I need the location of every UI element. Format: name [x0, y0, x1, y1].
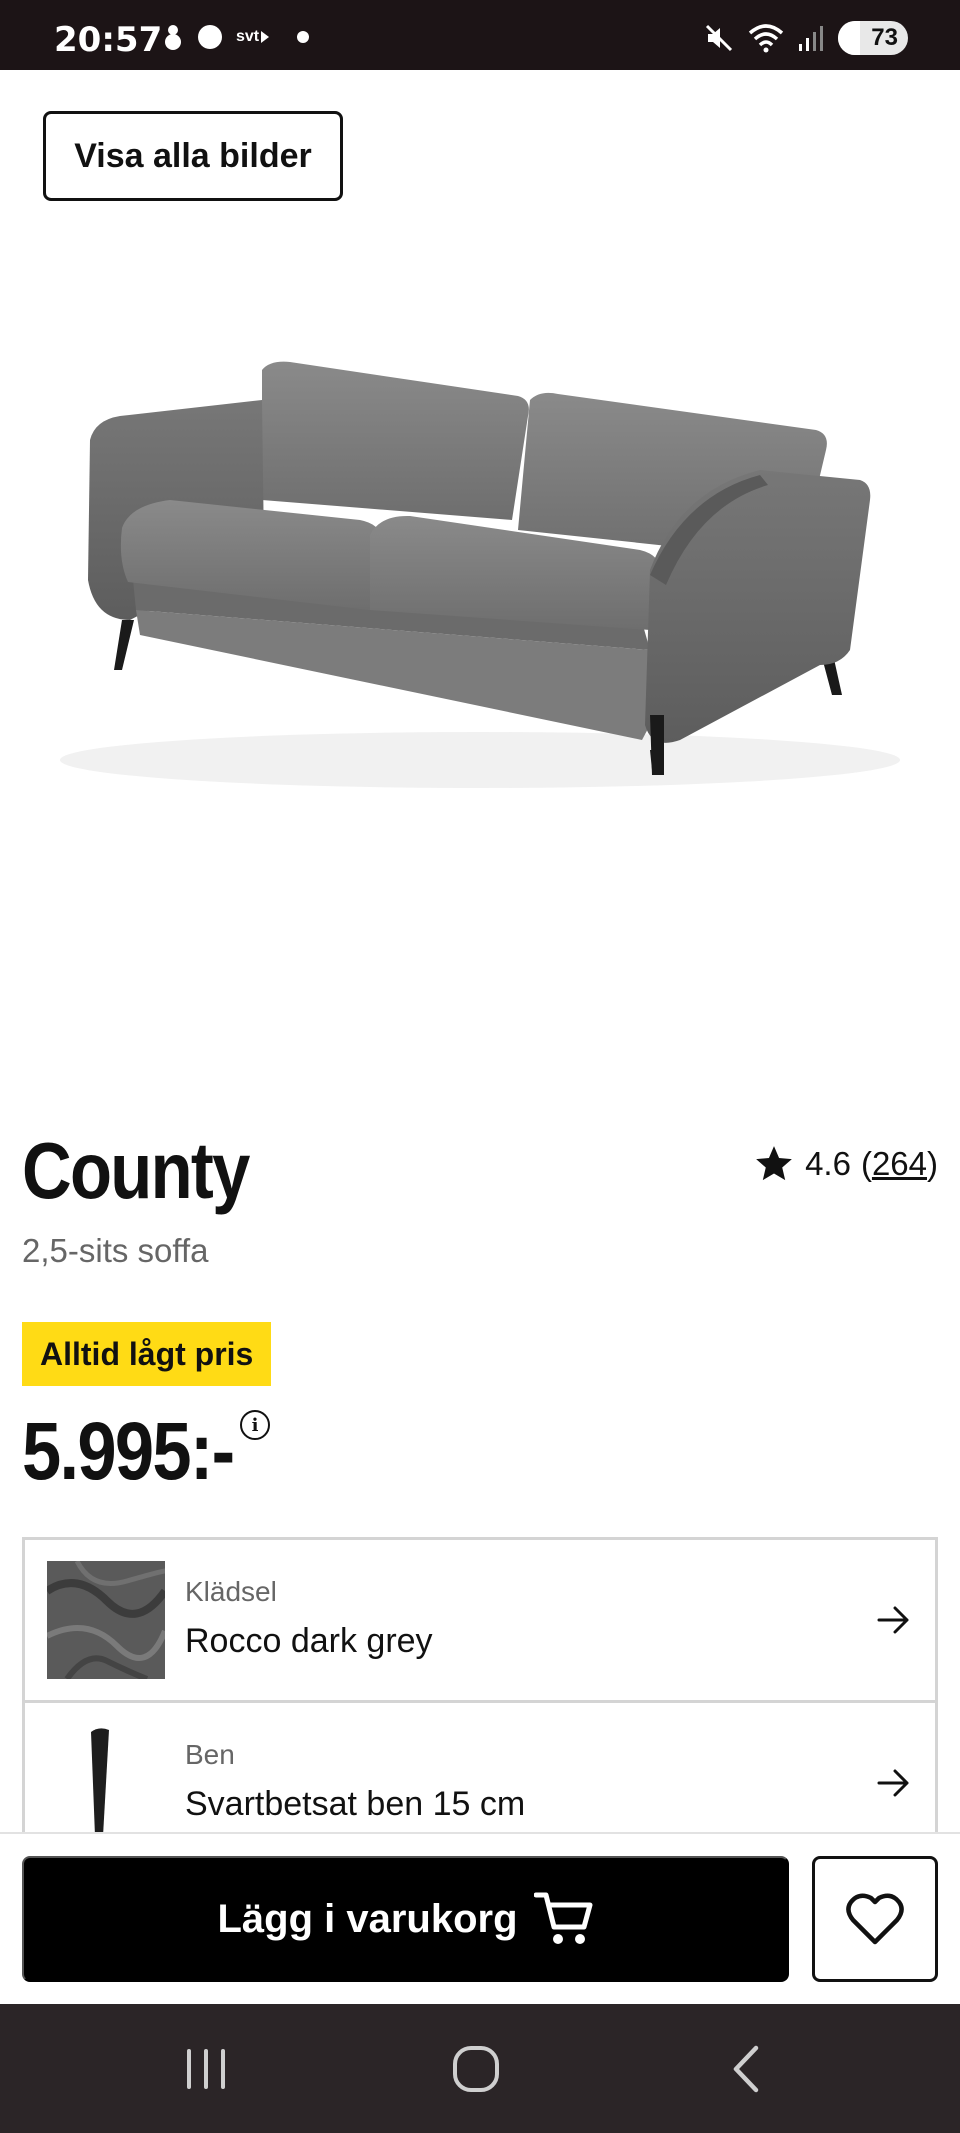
back-icon	[733, 2045, 759, 2093]
home-button[interactable]	[446, 2042, 506, 2096]
record-dot-icon	[198, 25, 222, 49]
system-nav-bar	[0, 2004, 960, 2133]
signal-icon	[799, 26, 823, 51]
battery-indicator: 73	[838, 21, 908, 55]
option-upholstery[interactable]: Klädsel Rocco dark grey	[25, 1540, 935, 1703]
add-to-cart-button[interactable]: Lägg i varukorg	[22, 1856, 789, 1982]
product-rating[interactable]: 4.6 (264)	[753, 1143, 938, 1185]
product-options: Klädsel Rocco dark grey Ben Svartbetsat …	[22, 1537, 938, 1837]
mute-icon	[705, 24, 733, 52]
snowman-icon	[165, 25, 181, 50]
price-info-icon[interactable]: i	[240, 1410, 270, 1440]
rating-close-paren: )	[927, 1145, 938, 1182]
heart-icon	[846, 1893, 904, 1945]
status-time: 20:57	[54, 20, 163, 60]
product-title: County	[22, 1126, 250, 1215]
cart-icon	[533, 1892, 593, 1944]
leg-thumbnail	[91, 1728, 109, 1837]
notification-dot-icon	[297, 31, 310, 43]
star-icon	[756, 1146, 792, 1181]
svt-label: svt	[236, 28, 260, 45]
arrow-right-icon	[877, 1769, 909, 1797]
favorite-button[interactable]	[812, 1856, 938, 1982]
product-subtitle: 2,5-sits soffa	[22, 1232, 209, 1269]
fabric-swatch-thumbnail	[47, 1561, 165, 1679]
status-right-icons: 73	[704, 21, 908, 55]
bottom-action-bar: Lägg i varukorg	[0, 1832, 960, 2004]
option-label: Klädsel	[185, 1576, 277, 1607]
price-badge: Alltid lågt pris	[22, 1322, 272, 1386]
product-image[interactable]	[40, 320, 920, 800]
status-left-icons: svt	[162, 22, 310, 52]
rating-open-paren: (	[860, 1145, 872, 1182]
option-label: Ben	[185, 1739, 235, 1770]
option-value: Svartbetsat ben 15 cm	[185, 1785, 526, 1823]
back-button[interactable]	[716, 2042, 776, 2096]
rating-value: 4.6	[805, 1145, 851, 1182]
option-legs[interactable]: Ben Svartbetsat ben 15 cm	[25, 1703, 935, 1837]
recent-apps-button[interactable]	[176, 2042, 236, 2096]
sofa-image	[60, 361, 900, 788]
svt-play-icon: svt	[236, 28, 270, 46]
home-icon	[453, 2046, 499, 2092]
product-price: 5.995:-	[22, 1406, 235, 1497]
status-bar: 20:57 svt 73	[0, 0, 960, 70]
add-to-cart-label: Lägg i varukorg	[217, 1896, 518, 1941]
wifi-icon	[748, 24, 784, 53]
battery-level: 73	[871, 24, 898, 51]
show-all-images-button[interactable]: Visa alla bilder	[43, 111, 343, 201]
rating-count-link[interactable]: 264	[872, 1145, 927, 1182]
option-value: Rocco dark grey	[185, 1622, 433, 1660]
rating-reviews[interactable]: (264)	[861, 1145, 938, 1183]
arrow-right-icon	[877, 1606, 909, 1634]
recent-apps-icon	[187, 2049, 225, 2089]
